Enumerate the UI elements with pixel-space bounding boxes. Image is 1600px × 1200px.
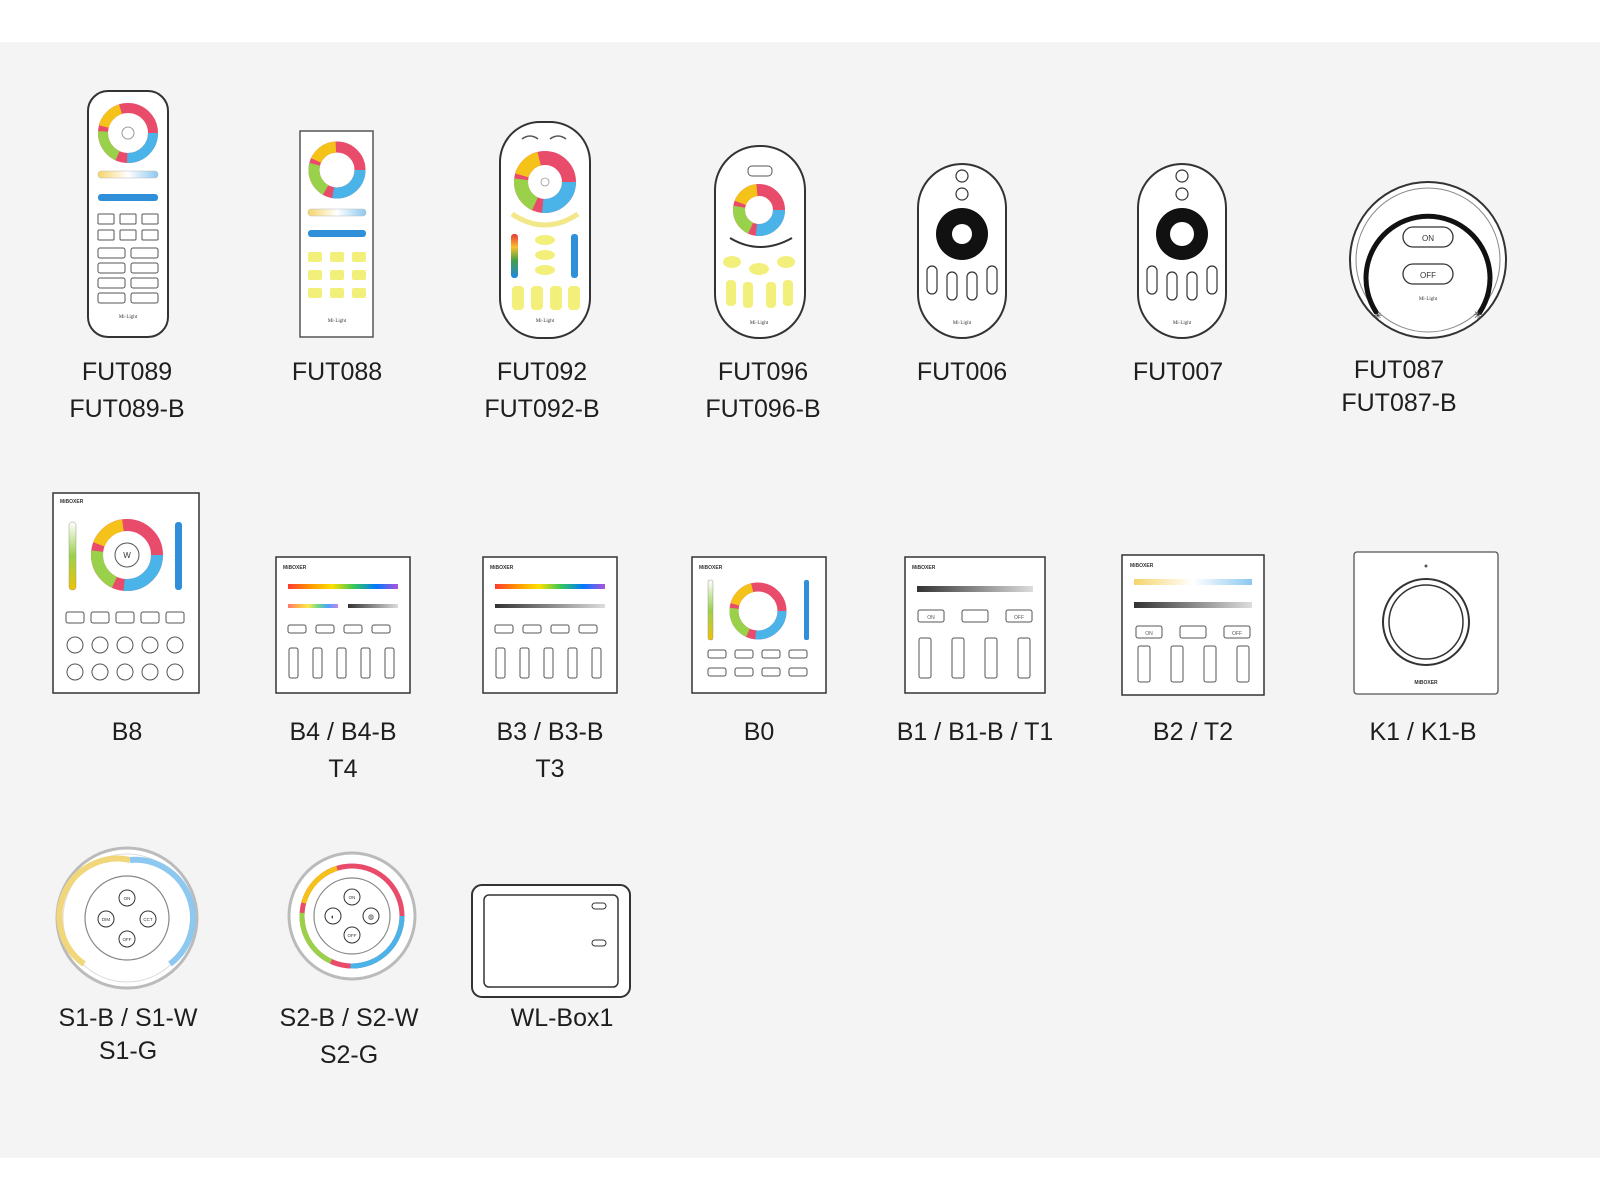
fut088-brand-logo: Mi·Light <box>328 319 347 324</box>
product-b8[interactable]: MiBOXER W B8 <box>0 482 260 802</box>
label-b4: B4 / B4-B T4 <box>260 714 426 788</box>
s1-on-button: ON <box>124 896 131 901</box>
label-fut092: FUT092 FUT092-B <box>420 354 664 428</box>
product-fut089[interactable]: Mi·Light FUT089 FUT089-B <box>0 42 260 442</box>
label-b3-line2: T3 <box>535 755 565 783</box>
label-k1-line1: K1 / K1-B <box>1369 718 1477 746</box>
label-b4-line2: T4 <box>328 755 358 783</box>
label-fut096: FUT096 FUT096-B <box>670 354 856 428</box>
label-fut096-line1: FUT096 <box>717 358 809 386</box>
label-s1-line2: S1-G <box>98 1037 158 1065</box>
product-b3[interactable]: MiBOXER B3 / B3-B T3 <box>480 482 680 802</box>
label-fut089: FUT089 FUT089-B <box>0 354 254 428</box>
b4-brand-logo: MiBOXER <box>283 565 307 571</box>
s2-on-button: ON <box>349 895 356 900</box>
product-b0[interactable]: MiBOXER B0 <box>680 482 880 802</box>
label-b4-line1: B4 / B4-B <box>289 718 397 746</box>
product-s2[interactable]: ON OFF ◐ ◍ S2-B / S2-W S2-G <box>260 802 480 1132</box>
label-fut096-line2: FUT096-B <box>705 395 821 423</box>
product-fut007[interactable]: Mi·Light FUT007 <box>1090 42 1310 442</box>
b8-panel-image: MiBOXER W <box>52 492 200 694</box>
s1-off-button: OFF <box>123 937 132 942</box>
label-fut087-line1: FUT087 <box>1353 356 1445 384</box>
label-b3: B3 / B3-B T3 <box>480 714 620 788</box>
label-fut007-line1: FUT007 <box>1132 358 1224 386</box>
s1-cct-button: CCT <box>143 917 152 922</box>
label-b0: B0 <box>680 714 838 751</box>
b2-panel-image: MiBOXER ON OFF <box>1121 554 1265 696</box>
k1-brand-logo: MiBOXER <box>1414 680 1438 686</box>
label-s2-line2: S2-G <box>319 1041 379 1069</box>
label-fut087: FUT087 FUT087-B <box>1310 354 1488 420</box>
label-k1: K1 / K1-B <box>1320 714 1526 751</box>
fut087-dim-sun-icon: ✳ <box>1374 311 1382 322</box>
fut087-brand-logo: Mi·Light <box>1419 297 1438 302</box>
s1-dim-button: DIM <box>102 917 111 922</box>
label-fut006-line1: FUT006 <box>916 358 1008 386</box>
product-fut006[interactable]: Mi·Light FUT006 <box>870 42 1090 442</box>
s2-mode-icon: ◐ <box>331 914 335 921</box>
label-s2-line1: S2-B / S2-W <box>279 1004 419 1032</box>
b2-brand-logo: MiBOXER <box>1130 563 1154 569</box>
label-s1: S1-B / S1-W S1-G <box>0 1002 256 1068</box>
s2-color-icon: ◍ <box>368 914 374 921</box>
b3-brand-logo: MiBOXER <box>490 565 514 571</box>
label-fut089-line1: FUT089 <box>81 358 173 386</box>
label-b1-line1: B1 / B1-B / T1 <box>896 718 1054 746</box>
label-fut088-line1: FUT088 <box>291 358 383 386</box>
svg-text:W: W <box>123 551 131 560</box>
fut007-brand-logo: Mi·Light <box>1173 321 1192 326</box>
label-wl-box1: WL-Box1 <box>480 1000 644 1037</box>
b2-on-button: ON <box>1145 631 1153 637</box>
label-wl-box1-line1: WL-Box1 <box>510 1004 614 1032</box>
label-b0-line1: B0 <box>743 718 775 746</box>
catalog-panel: Mi·Light FUT089 FUT089-B Mi·Light FUT088 <box>0 42 1600 1158</box>
product-wl-box1[interactable]: WL-Box1 <box>471 802 680 1132</box>
fut087-off-button: OFF <box>1420 271 1436 280</box>
product-b2[interactable]: MiBOXER ON OFF B2 / T2 <box>1100 482 1320 802</box>
label-fut089-line2: FUT089-B <box>69 395 185 423</box>
label-b3-line1: B3 / B3-B <box>496 718 604 746</box>
product-s1[interactable]: ON OFF DIM CCT S1-B / S1-W S1-G <box>0 802 260 1132</box>
product-fut092[interactable]: Mi·Light FUT092 FUT092-B <box>420 42 670 442</box>
fut089-brand-logo: Mi·Light <box>119 315 138 320</box>
s2-round-remote-image: ON OFF ◐ ◍ <box>287 851 417 981</box>
wl-box1-image <box>471 884 631 998</box>
product-fut088[interactable]: Mi·Light FUT088 <box>260 42 420 442</box>
s2-off-button: OFF <box>348 933 357 938</box>
k1-knob-panel-image: MiBOXER <box>1353 551 1499 695</box>
fut087-bright-sun-icon: ✳ <box>1473 308 1483 322</box>
b1-brand-logo: MiBOXER <box>912 565 936 571</box>
product-fut096[interactable]: Mi·Light FUT096 FUT096-B <box>670 42 870 442</box>
b8-brand-logo: MiBOXER <box>60 499 84 505</box>
label-b2: B2 / T2 <box>1100 714 1286 751</box>
b0-brand-logo: MiBOXER <box>699 565 723 571</box>
product-b4[interactable]: MiBOXER B4 / B4-B T4 <box>260 482 480 802</box>
fut092-brand-logo: Mi·Light <box>536 319 555 324</box>
label-b8: B8 <box>0 714 254 751</box>
product-k1[interactable]: MiBOXER K1 / K1-B <box>1320 482 1570 802</box>
product-fut087[interactable]: ON OFF Mi·Light ✳ ✳ FUT087 FUT087-B <box>1310 42 1570 442</box>
product-b1[interactable]: MiBOXER ON OFF B1 / B1-B / T1 <box>880 482 1100 802</box>
label-fut007: FUT007 <box>1090 354 1266 391</box>
fut087-on-button: ON <box>1422 234 1434 243</box>
label-b8-line1: B8 <box>111 718 143 746</box>
s1-round-remote-image: ON OFF DIM CCT <box>55 846 199 990</box>
fut096-brand-logo: Mi·Light <box>750 321 769 326</box>
label-fut088: FUT088 <box>260 354 414 391</box>
label-fut006: FUT006 <box>870 354 1054 391</box>
label-s2: S2-B / S2-W S2-G <box>260 1000 438 1074</box>
label-s1-line1: S1-B / S1-W <box>58 1004 198 1032</box>
label-b1: B1 / B1-B / T1 <box>880 714 1070 751</box>
label-fut092-line2: FUT092-B <box>484 395 600 423</box>
label-fut092-line1: FUT092 <box>496 358 588 386</box>
b1-panel-image: MiBOXER ON OFF <box>904 556 1046 694</box>
label-fut087-line2: FUT087-B <box>1341 389 1457 417</box>
fut006-brand-logo: Mi·Light <box>953 321 972 326</box>
b1-on-button: ON <box>927 615 935 621</box>
b0-panel-image: MiBOXER <box>691 556 827 694</box>
b2-off-button: OFF <box>1232 631 1242 637</box>
label-b2-line1: B2 / T2 <box>1152 718 1234 746</box>
b1-off-button: OFF <box>1014 615 1024 621</box>
